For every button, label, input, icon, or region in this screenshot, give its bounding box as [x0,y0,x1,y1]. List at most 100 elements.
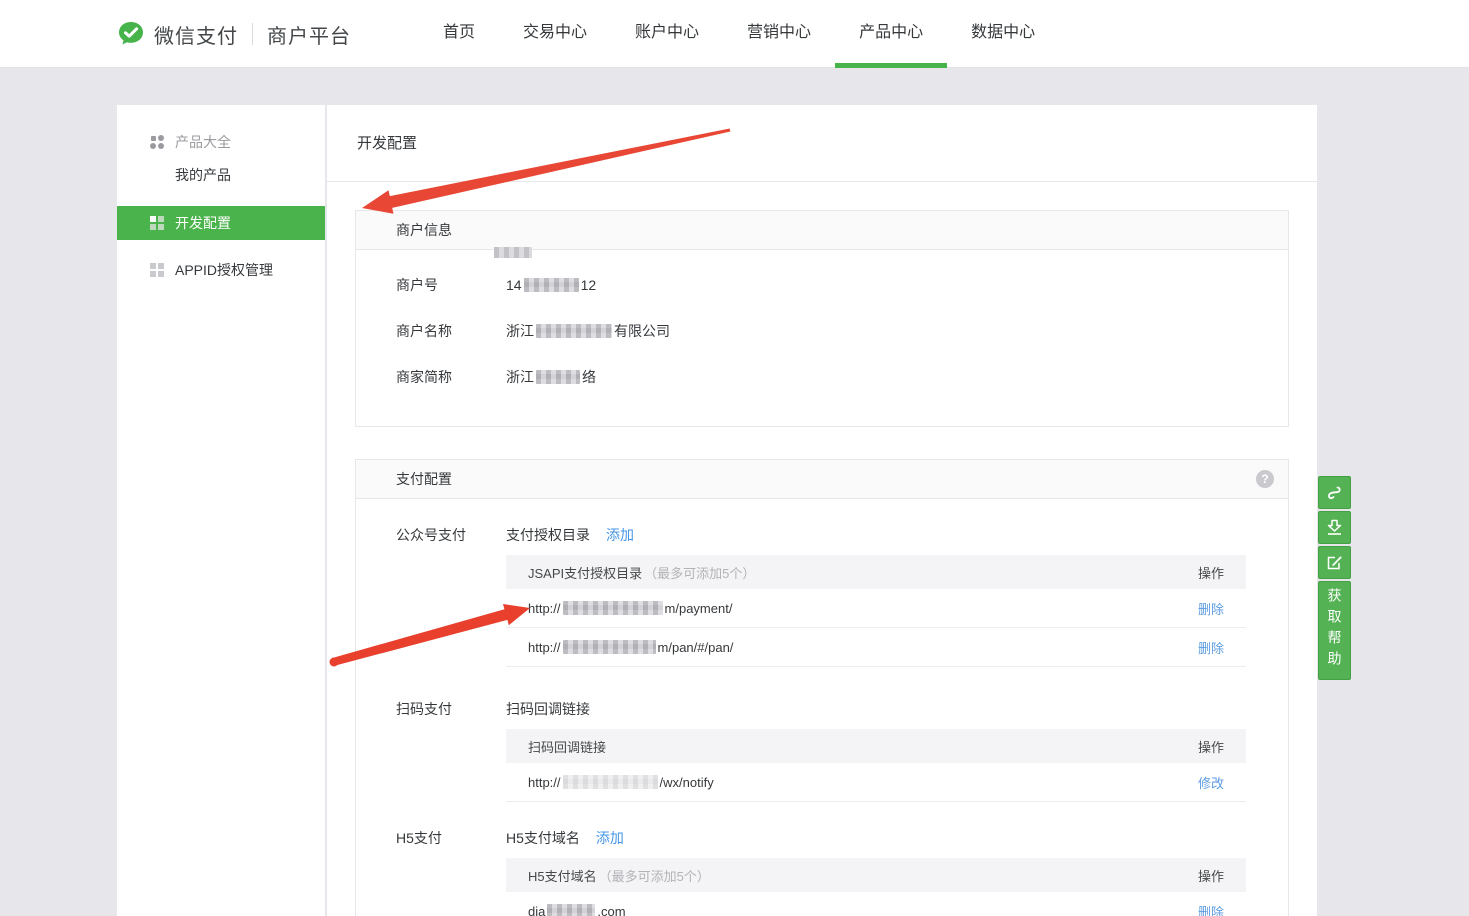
table-header-label: JSAPI支付授权目录 [528,563,642,582]
sidebar-item-product-catalog[interactable]: 产品大全 [117,129,325,155]
field-label: 商户号 [396,275,506,295]
merchant-info-header: 商户信息 [356,211,1288,250]
page-title: 开发配置 [327,105,1317,182]
get-help-button[interactable]: 获取帮助 [1318,581,1351,680]
nav-item-transactions[interactable]: 交易中心 [499,0,611,68]
merchant-shortname-row: 商家简称 浙江 络 [356,354,1288,400]
url-prefix: http:// [528,640,561,655]
wechat-pay-logo-icon [117,20,145,48]
scan-section-head: 扫码支付 扫码回调链接 [396,697,1248,721]
sidebar-item-dev-config[interactable]: 开发配置 [117,206,325,240]
table-header-row: JSAPI支付授权目录 （最多可添加5个） 操作 [506,555,1246,589]
nav-item-label: 账户中心 [635,24,699,41]
brand: 微信支付 商户平台 [117,0,351,68]
brand-name: 微信支付 [154,20,238,49]
brand-platform-name: 商户平台 [267,20,351,49]
nav-item-data[interactable]: 数据中心 [947,0,1059,68]
merchant-info-body: 商户号 14 12 商户名称 浙江 有限公司 商家简称 浙江 [356,250,1288,426]
value-suffix: 络 [582,367,596,387]
table-header-label: 扫码回调链接 [528,737,606,756]
table-header-note: （最多可添加5个） [644,563,755,582]
table-header-note: （最多可添加5个） [599,866,710,885]
delete-link[interactable]: 删除 [1198,599,1224,618]
value-prefix: 浙江 [506,321,534,341]
url-suffix: /wx/notify [660,775,714,790]
value-prefix: 浙江 [506,367,534,387]
value-prefix: 14 [506,277,522,293]
jsapi-pay-section: 公众号支付 支付授权目录 添加 JSAPI支付授权目录 （最多可添加5个） 操作… [396,523,1248,667]
section-sublabel: 支付授权目录 [506,525,590,545]
section-sublabel: 扫码回调链接 [506,699,590,719]
nav-item-label: 首页 [443,24,475,41]
payment-config-header: 支付配置 ? [356,460,1288,499]
section-label: 公众号支付 [396,525,506,545]
value-suffix: 有限公司 [614,321,670,341]
link-button[interactable] [1318,476,1351,509]
scan-pay-section: 扫码支付 扫码回调链接 扫码回调链接 操作 http:// /wx/notify … [396,697,1248,802]
sidebar-item-label: APPID授权管理 [175,260,273,280]
redacted-smudge [494,247,532,258]
scan-callback-table: 扫码回调链接 操作 http:// /wx/notify 修改 [506,729,1246,802]
top-nav: 首页 交易中心 账户中心 营销中心 产品中心 数据中心 [419,0,1059,68]
edit-icon [1325,553,1344,572]
table-header-row: H5支付域名 （最多可添加5个） 操作 [506,858,1246,892]
merchant-name-value: 浙江 有限公司 [506,321,670,341]
help-question-icon[interactable]: ? [1256,470,1274,488]
sidebar-item-my-products[interactable]: 我的产品 [117,162,325,188]
floating-toolbar: 获取帮助 [1318,476,1351,682]
field-label: 商家简称 [396,367,506,387]
modify-link[interactable]: 修改 [1198,773,1224,792]
nav-item-label: 交易中心 [523,24,587,41]
payment-config-body: 公众号支付 支付授权目录 添加 JSAPI支付授权目录 （最多可添加5个） 操作… [356,499,1288,916]
table-row: http:// m/pan/#/pan/ 删除 [506,628,1246,667]
add-auth-dir-link[interactable]: 添加 [606,525,634,545]
nav-item-label: 产品中心 [859,24,923,41]
table-row: dia .com 删除 [506,892,1246,916]
h5-domain-table: H5支付域名 （最多可添加5个） 操作 dia .com 删除 [506,858,1246,916]
url-suffix: m/pan/#/pan/ [658,640,734,655]
redacted-mosaic [563,775,658,789]
section-sublabel: H5支付域名 [506,828,580,848]
redacted-mosaic [524,278,579,292]
download-icon [1325,518,1344,537]
url-prefix: dia [528,904,545,916]
sidebar-item-label: 开发配置 [175,213,231,233]
redacted-mosaic [536,370,580,384]
h5-section-head: H5支付 H5支付域名 添加 [396,826,1248,850]
nav-item-home[interactable]: 首页 [419,0,499,68]
action-column-header: 操作 [1198,866,1224,885]
brand-divider [252,23,253,45]
h5-pay-section: H5支付 H5支付域名 添加 H5支付域名 （最多可添加5个） 操作 dia .c… [396,826,1248,916]
jsapi-auth-dir-table: JSAPI支付授权目录 （最多可添加5个） 操作 http://m/paymen… [506,555,1246,667]
sidebar-item-label: 产品大全 [175,132,231,152]
merchant-name-row: 商户名称 浙江 有限公司 [356,308,1288,354]
add-h5-domain-link[interactable]: 添加 [596,828,624,848]
top-bar: 微信支付 商户平台 首页 交易中心 账户中心 营销中心 产品中心 数据中心 [0,0,1469,68]
feedback-button[interactable] [1318,546,1351,579]
delete-link[interactable]: 删除 [1198,638,1224,657]
nav-item-products[interactable]: 产品中心 [835,0,947,68]
merchant-shortname-value: 浙江 络 [506,367,596,387]
url-value: http://m/payment/ [528,601,732,616]
field-label: 商户名称 [396,321,506,341]
table-header-label: H5支付域名 [528,866,597,885]
jsapi-section-head: 公众号支付 支付授权目录 添加 [396,523,1248,547]
download-button[interactable] [1318,511,1351,544]
sidebar-item-appid-auth[interactable]: APPID授权管理 [117,257,325,283]
section-label: H5支付 [396,828,506,848]
value-suffix: 12 [581,277,597,293]
delete-link[interactable]: 删除 [1198,902,1224,916]
url-prefix: http:// [528,601,561,616]
redacted-mosaic [547,904,595,916]
url-prefix: http:// [528,775,561,790]
nav-item-label: 营销中心 [747,24,811,41]
nav-item-account[interactable]: 账户中心 [611,0,723,68]
sidebar-item-label: 我的产品 [175,165,231,185]
url-suffix: .com [597,904,625,916]
sidebar: 产品大全 我的产品 开发配置 APPID授权管理 [117,105,325,916]
link-icon [1325,483,1344,502]
nav-item-marketing[interactable]: 营销中心 [723,0,835,68]
url-value: http:// /wx/notify [528,775,714,790]
action-column-header: 操作 [1198,737,1224,756]
grid-squares-icon [150,216,164,230]
